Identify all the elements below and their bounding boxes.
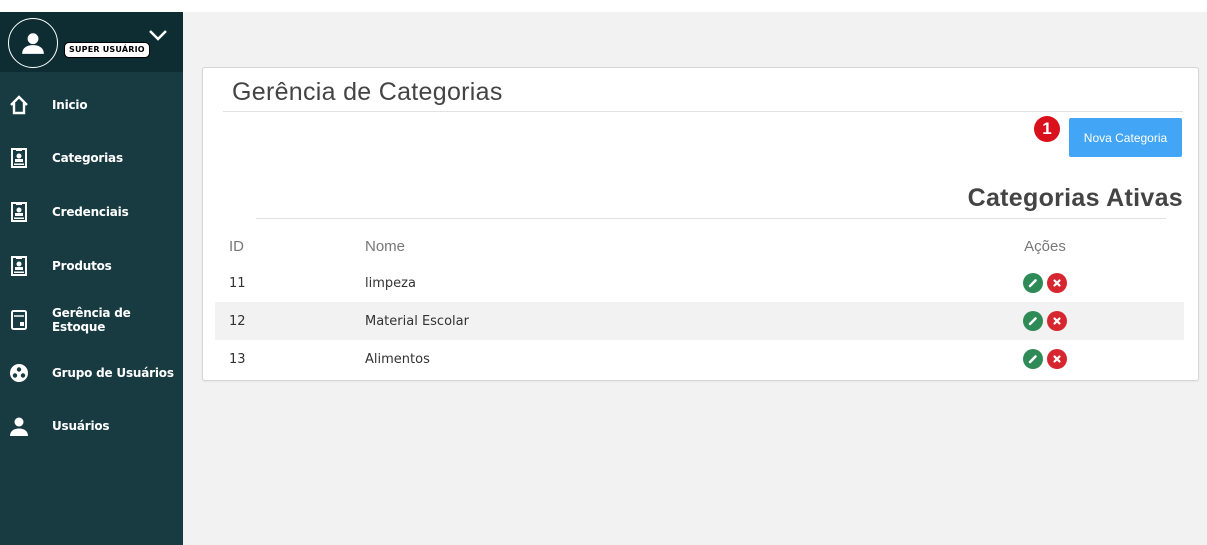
sidebar-item-inicio[interactable]: Inicio [0,85,183,125]
sidebar-item-label: Credenciais [52,205,129,219]
sidebar-item-label: Usuários [52,419,110,433]
sidebar: SUPER USUÁRIO Inicio Categorias Credenci… [0,12,183,545]
sidebar-item-label: Gerência de Estoque [52,306,131,334]
section-title: Categorias Ativas [967,184,1183,212]
table-row: 13 Alimentos [215,340,1184,378]
edit-icon[interactable] [1023,273,1043,293]
register-icon [9,309,29,331]
delete-icon[interactable] [1047,273,1067,293]
sidebar-item-gerencia-de-estoque[interactable]: Gerência de Estoque [0,300,183,340]
new-category-button[interactable]: Nova Categoria [1069,118,1182,157]
row-name: limpeza [365,275,416,291]
column-header-actions: Ações [1024,237,1066,255]
table-header: ID Nome Ações [215,228,1184,264]
chevron-down-icon[interactable] [148,28,168,42]
badge-icon [9,147,29,169]
sidebar-item-categorias[interactable]: Categorias [0,138,183,178]
column-header-name: Nome [365,237,406,255]
sidebar-item-grupo-de-usuarios[interactable]: Grupo de Usuários [0,353,183,393]
delete-icon[interactable] [1047,311,1067,331]
sidebar-item-label: Grupo de Usuários [52,366,174,380]
user-menu[interactable]: SUPER USUÁRIO [0,12,183,72]
row-id: 13 [229,351,246,367]
top-bar [0,0,1207,12]
row-actions [995,264,1095,302]
sidebar-item-usuarios[interactable]: Usuários [0,406,183,446]
sidebar-item-label: Categorias [52,151,123,165]
delete-icon[interactable] [1047,349,1067,369]
avatar[interactable] [8,18,58,68]
row-id: 12 [229,313,246,329]
edit-icon[interactable] [1023,311,1043,331]
column-header-id: ID [229,237,244,255]
row-actions [995,302,1095,340]
edit-icon[interactable] [1023,349,1043,369]
user-avatar-icon [22,33,44,54]
title-divider [223,111,1183,112]
sidebar-item-label: Inicio [52,98,88,112]
row-id: 11 [229,275,246,291]
users-group-icon [9,362,29,384]
row-actions [995,340,1095,378]
row-name: Alimentos [365,351,430,367]
table-row: 11 limpeza [215,264,1184,302]
step-badge: 1 [1034,116,1060,142]
user-role-badge: SUPER USUÁRIO [64,42,150,58]
sidebar-item-label: Produtos [52,259,112,273]
user-icon [9,415,29,437]
badge-icon [9,255,29,277]
row-name: Material Escolar [365,313,469,329]
table-row: 12 Material Escolar [215,302,1184,340]
categories-panel: Gerência de Categorias 1 Nova Categoria … [202,67,1199,381]
sidebar-item-produtos[interactable]: Produtos [0,246,183,286]
categories-table: ID Nome Ações 11 limpeza 12 Material Esc… [215,228,1184,378]
sidebar-item-credenciais[interactable]: Credenciais [0,192,183,232]
page-title: Gerência de Categorias [232,78,503,106]
badge-icon [9,201,29,223]
section-divider [256,218,1166,219]
home-icon [9,94,29,116]
